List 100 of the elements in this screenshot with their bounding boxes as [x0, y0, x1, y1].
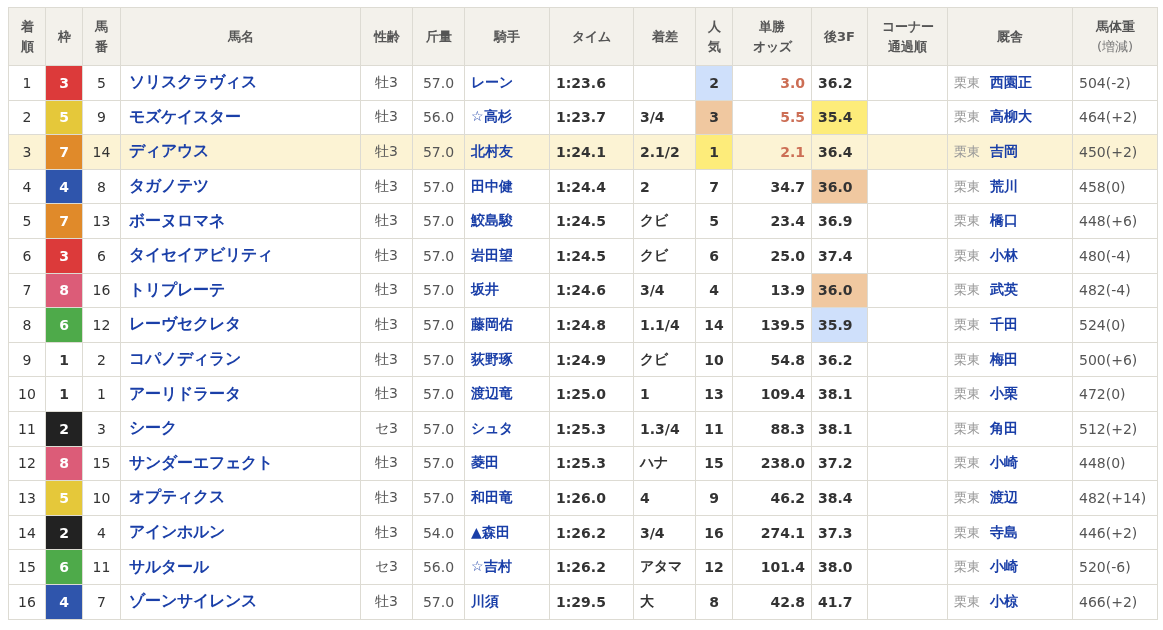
table-cell: 12	[8, 446, 46, 481]
column-header: 性齢	[360, 7, 413, 66]
popularity-cell: 12	[695, 549, 733, 585]
last-3f-cell: 36.2	[811, 65, 868, 101]
popularity-cell: 7	[695, 169, 733, 204]
table-cell: 牡3	[360, 134, 413, 170]
table-cell: 1.3/4	[640, 420, 680, 437]
table-cell: クビ	[640, 350, 668, 367]
odds-cell: 2.1	[732, 134, 812, 170]
table-cell: 482(+14)	[1072, 480, 1158, 516]
table-cell: 牡3	[360, 584, 413, 619]
last-3f-cell: 37.2	[811, 446, 868, 481]
popularity-cell: 9	[695, 480, 733, 516]
table-cell: 2.1/2	[640, 144, 680, 160]
region-label: 栗東	[954, 109, 980, 125]
region-label: 栗東	[954, 178, 980, 194]
region-label: 栗東	[954, 489, 980, 505]
table-cell: 1:26.2	[549, 515, 634, 550]
odds-cell: 3.0	[732, 65, 812, 101]
trainer-link[interactable]: 小栗	[990, 385, 1018, 402]
last-3f-cell: 36.0	[811, 169, 868, 204]
popularity-cell: 8	[695, 584, 733, 619]
table-cell: 57.0	[412, 584, 465, 619]
trainer-link[interactable]: 角田	[990, 419, 1018, 436]
table-cell: 504(-2)	[1072, 65, 1158, 101]
trainer-link[interactable]: 寺島	[990, 523, 1018, 540]
table-cell: 4	[640, 489, 650, 506]
table-cell: 4	[82, 515, 121, 550]
trainer-link[interactable]: 小椋	[990, 592, 1018, 609]
table-cell: 446(+2)	[1072, 515, 1158, 550]
column-header: 単勝 オッズ	[732, 7, 812, 66]
column-header: 騎手	[464, 7, 550, 66]
table-cell: ハナ	[640, 454, 668, 471]
trainer-link[interactable]: 梅田	[990, 350, 1018, 367]
trainer-link[interactable]: 小林	[990, 246, 1018, 263]
table-cell: 6	[8, 238, 46, 274]
region-label: 栗東	[954, 593, 980, 609]
table-cell: 524(0)	[1072, 307, 1158, 343]
table-cell: セ3	[360, 549, 413, 585]
table-cell: 1:24.5	[549, 238, 634, 274]
table-cell: 3/4	[640, 524, 665, 541]
table-cell: 1:24.1	[549, 134, 634, 170]
table-cell: 1	[8, 65, 46, 101]
popularity-cell: 11	[695, 411, 733, 447]
trainer-link[interactable]: 武英	[990, 281, 1018, 298]
trainer-link[interactable]: 西園正	[990, 73, 1032, 90]
table-cell: 14	[8, 515, 46, 550]
table-cell: 54.0	[412, 515, 465, 550]
table-cell: 480(-4)	[1072, 238, 1158, 274]
region-label: 栗東	[954, 524, 980, 540]
horse-link[interactable]: サルタール	[129, 556, 209, 576]
horse-link[interactable]: ディアウス	[129, 141, 209, 161]
table-cell: 2	[82, 342, 121, 377]
trainer-link[interactable]: 吉岡	[990, 143, 1018, 159]
trainer-link[interactable]: 高柳大	[990, 108, 1032, 125]
table-cell: 8	[8, 307, 46, 343]
table-cell: 3	[82, 411, 121, 447]
trainer-link[interactable]: 千田	[990, 315, 1018, 332]
table-cell: 牡3	[360, 238, 413, 274]
column-header: 着差	[633, 7, 696, 66]
table-cell: 15	[82, 446, 121, 481]
odds-cell: 5.5	[732, 100, 812, 135]
popularity-cell: 14	[695, 307, 733, 343]
table-cell: 3	[8, 134, 46, 170]
popularity-cell: 15	[695, 446, 733, 481]
table-cell: 2	[640, 178, 650, 195]
table-cell: 1:26.0	[549, 480, 634, 516]
trainer-link[interactable]: 荒川	[990, 177, 1018, 194]
region-label: 栗東	[954, 420, 980, 436]
jockey-link[interactable]: 坂井	[471, 281, 499, 298]
region-label: 栗東	[954, 316, 980, 332]
region-label: 栗東	[954, 455, 980, 471]
odds-cell: 25.0	[732, 238, 812, 274]
table-cell: 9	[82, 100, 121, 135]
column-header: 馬体重 (増減)	[1072, 7, 1158, 66]
table-cell: 458(0)	[1072, 169, 1158, 204]
trainer-link[interactable]: 小崎	[990, 558, 1018, 575]
table-cell: 1:24.8	[549, 307, 634, 343]
table-cell: 牡3	[360, 342, 413, 377]
table-cell: 12	[82, 307, 121, 343]
table-cell: 牡3	[360, 376, 413, 412]
popularity-cell: 5	[695, 203, 733, 239]
table-cell: 3/4	[640, 109, 665, 126]
horse-link[interactable]: タガノテツ	[129, 176, 209, 196]
table-cell: 1:24.9	[549, 342, 634, 377]
table-cell: 7	[8, 273, 46, 308]
table-cell: 牡3	[360, 273, 413, 308]
column-header: 馬名	[120, 7, 361, 66]
table-cell: 大	[640, 592, 654, 609]
odds-cell: 54.8	[732, 342, 812, 377]
table-cell: アタマ	[640, 558, 682, 575]
jockey-link[interactable]: 川須	[471, 592, 499, 609]
trainer-link[interactable]: 小崎	[990, 454, 1018, 471]
jockey-link[interactable]: 菱田	[471, 454, 499, 471]
table-cell: 11	[8, 411, 46, 447]
trainer-link[interactable]: 橋口	[990, 212, 1018, 229]
table-cell: 57.0	[412, 480, 465, 516]
trainer-link[interactable]: 渡辺	[990, 488, 1018, 505]
table-cell: 牡3	[360, 515, 413, 550]
horse-link[interactable]: シーク	[129, 418, 177, 438]
